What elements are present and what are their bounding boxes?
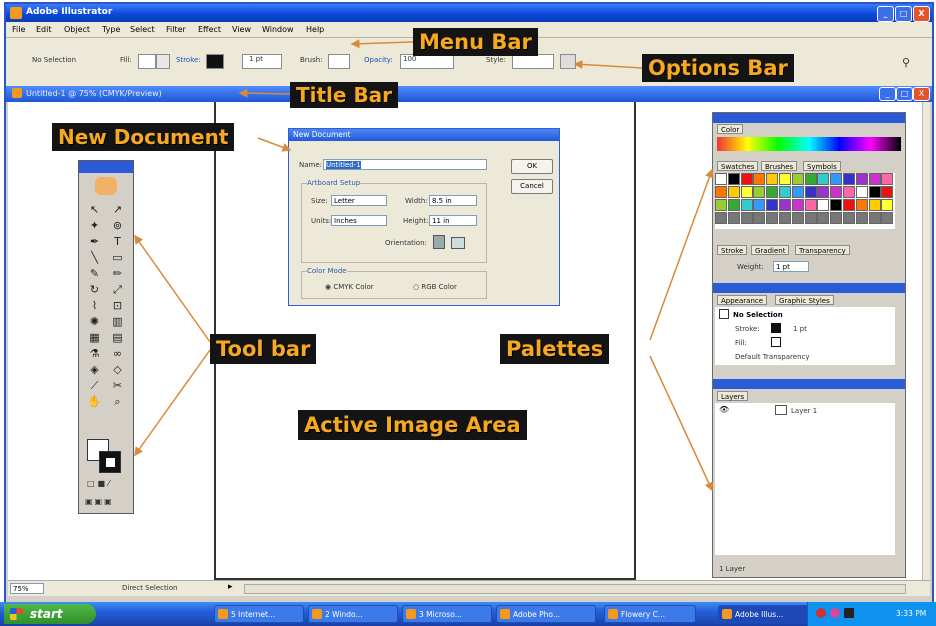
callout-palettes: Palettes — [500, 334, 610, 364]
callout-new-document: New Document — [52, 123, 235, 151]
palettes-arrow-down — [649, 355, 713, 492]
palettes-arrow-up — [649, 168, 714, 341]
callout-tool-bar: Tool bar — [210, 334, 317, 364]
new-document-arrow — [257, 137, 292, 152]
menu-bar-arrow — [350, 39, 414, 49]
options-bar-arrow — [573, 59, 643, 69]
callout-title-bar: Title Bar — [290, 82, 399, 108]
title-bar-arrow — [238, 88, 291, 98]
callout-options-bar: Options Bar — [642, 54, 794, 82]
annotation-arrows — [134, 39, 714, 492]
toolbar-arrow-down — [134, 349, 211, 457]
callout-menu-bar: Menu Bar — [413, 28, 538, 56]
toolbar-arrow-up — [134, 234, 211, 343]
callout-active-image-area: Active Image Area — [298, 410, 527, 440]
